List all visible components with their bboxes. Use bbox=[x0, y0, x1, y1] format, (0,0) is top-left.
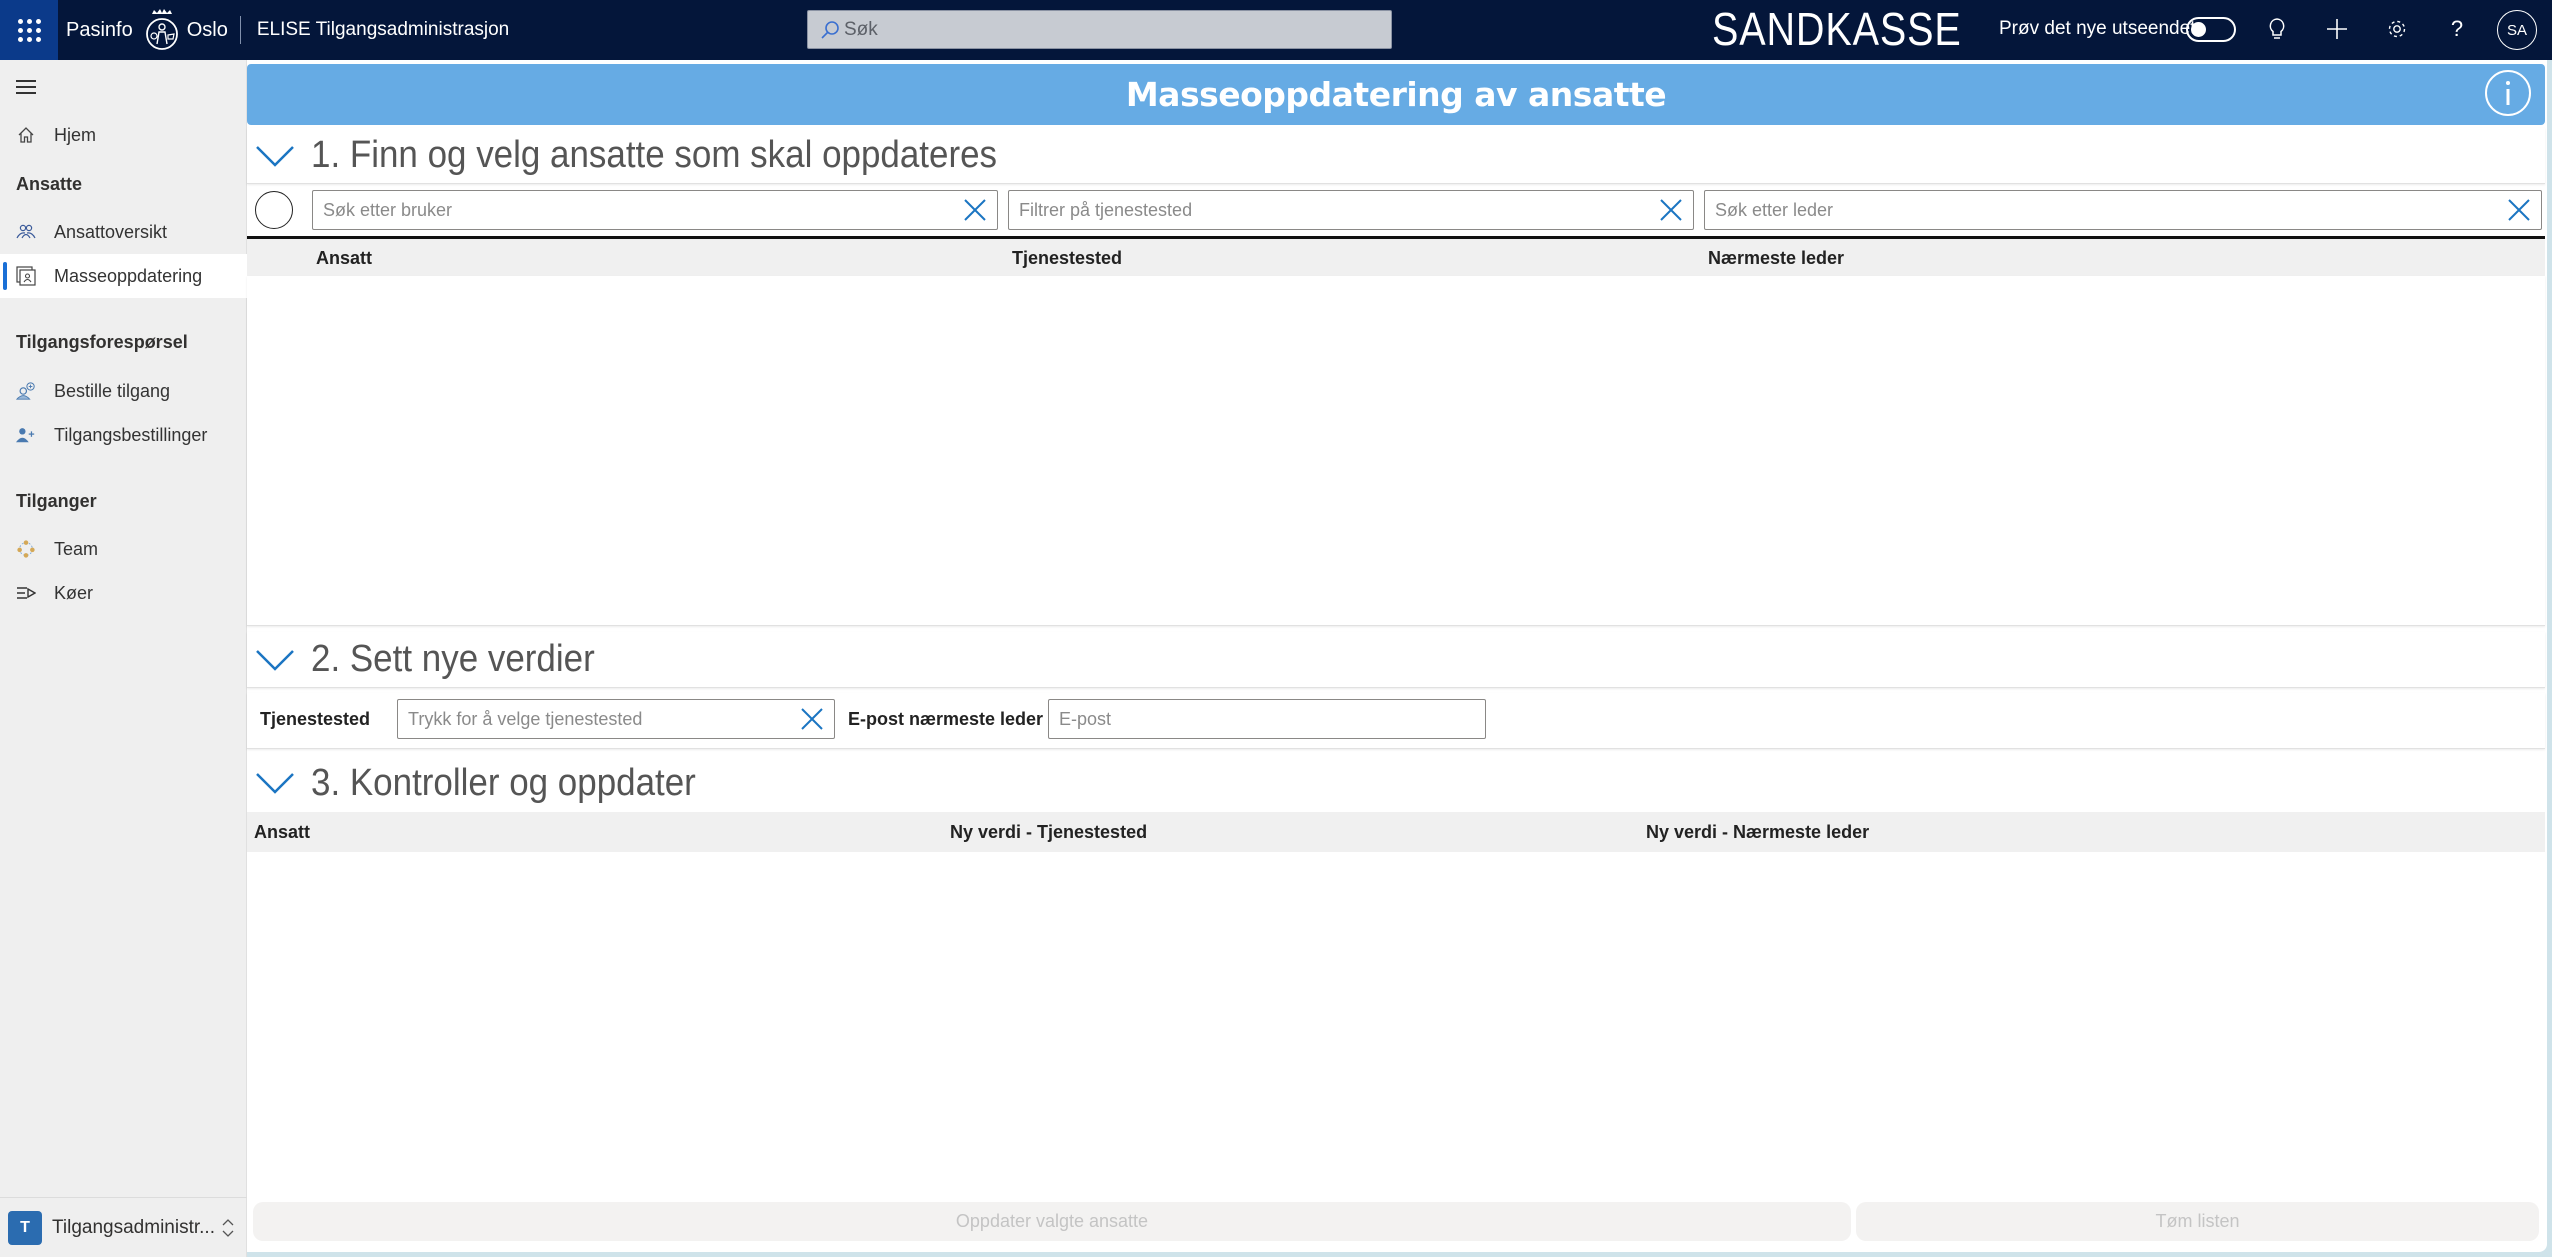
org-name: Pasinfo bbox=[66, 18, 133, 41]
manager-search-input[interactable]: Søk etter leder bbox=[1704, 190, 2542, 230]
chevron-down-icon bbox=[256, 773, 294, 794]
section-1-header[interactable]: 1. Finn og velg ansatte som skal oppdate… bbox=[247, 128, 2545, 184]
user-search-input[interactable]: Søk etter bruker bbox=[312, 190, 998, 230]
sidebar-item-tilgangsbestillinger[interactable]: Tilgangsbestillinger bbox=[0, 413, 247, 457]
sidebar-item-ansattoversikt[interactable]: Ansattoversikt bbox=[0, 210, 247, 254]
people-icon bbox=[16, 222, 36, 242]
manager-search-placeholder: Søk etter leder bbox=[1715, 199, 1834, 220]
team-icon bbox=[16, 539, 36, 559]
column-header-tjenestested[interactable]: Tjenestested bbox=[1012, 248, 1122, 269]
sidebar: Hjem Ansatte Ansattoversikt Masseoppdate… bbox=[0, 60, 247, 1257]
column-header-ny-verdi-tjenestested[interactable]: Ny verdi - Tjenestested bbox=[950, 822, 1147, 843]
search-icon bbox=[821, 20, 839, 39]
sidebar-item-masseoppdatering[interactable]: Masseoppdatering bbox=[0, 254, 247, 298]
sidebar-item-koer[interactable]: Køer bbox=[0, 571, 247, 615]
column-header-naermeste-leder[interactable]: Nærmeste leder bbox=[1708, 248, 1844, 269]
user-add-request-icon bbox=[16, 381, 36, 401]
try-new-look-label: Prøv det nye utseendet bbox=[1999, 18, 2196, 39]
top-bar: Pasinfo Oslo ELISE Tilgangsadministrasjo… bbox=[0, 0, 2552, 60]
manager-email-placeholder: E-post bbox=[1059, 708, 1112, 729]
section-3-title: 3. Kontroller og oppdater bbox=[311, 761, 696, 804]
clear-manager-search-icon[interactable] bbox=[2505, 196, 2533, 224]
sidebar-item-label: Masseoppdatering bbox=[54, 265, 203, 286]
oslo-crest-icon bbox=[145, 9, 178, 50]
sidebar-item-label: Bestille tilgang bbox=[54, 380, 171, 401]
plus-icon bbox=[2327, 19, 2347, 39]
new-values-row: Tjenestested Trykk for å velge tjenestes… bbox=[247, 693, 2545, 749]
chevron-up-down-icon bbox=[222, 1218, 234, 1237]
menu-toggle-button[interactable] bbox=[16, 80, 36, 96]
app-switcher-label: Tilgangsadministr... bbox=[52, 1216, 215, 1238]
manager-email-input[interactable]: E-post bbox=[1048, 699, 1486, 739]
sidebar-item-label: Ansattoversikt bbox=[54, 221, 168, 242]
section-2-title: 2. Sett nye verdier bbox=[311, 638, 595, 680]
sidebar-item-team[interactable]: Team bbox=[0, 527, 247, 571]
help-icon: ? bbox=[2450, 16, 2464, 41]
section-3-header[interactable]: 3. Kontroller og oppdater bbox=[247, 755, 2545, 811]
main-content: Masseoppdatering av ansatte 1. Finn og v… bbox=[247, 60, 2547, 1252]
app-launcher-button[interactable] bbox=[0, 0, 58, 60]
update-selected-button[interactable]: Oppdater valgte ansatte bbox=[253, 1202, 1851, 1241]
help-button[interactable]: ? bbox=[2442, 14, 2472, 44]
info-button[interactable] bbox=[2485, 70, 2531, 116]
search-placeholder: Søk bbox=[844, 18, 878, 40]
workplace-select-input[interactable]: Trykk for å velge tjenestested bbox=[397, 699, 835, 739]
user-plus-icon bbox=[16, 425, 36, 445]
home-icon bbox=[16, 125, 36, 145]
new-button[interactable] bbox=[2322, 14, 2352, 44]
contact-card-icon bbox=[16, 266, 36, 286]
review-table-header: Ansatt Ny verdi - Tjenestested Ny verdi … bbox=[247, 812, 2545, 852]
workplace-filter-input[interactable]: Filtrer på tjenestested bbox=[1008, 190, 1694, 230]
gear-icon bbox=[2388, 20, 2406, 38]
sidebar-group-tilganger: Tilganger bbox=[16, 491, 97, 511]
section-1-title: 1. Finn og velg ansatte som skal oppdate… bbox=[311, 134, 998, 176]
app-title: ELISE Tilgangsadministrasjon bbox=[256, 19, 510, 40]
clear-user-search-icon[interactable] bbox=[961, 196, 989, 224]
column-header-ny-verdi-naermeste-leder[interactable]: Ny verdi - Nærmeste leder bbox=[1646, 822, 1869, 843]
workplace-select-placeholder: Trykk for å velge tjenestested bbox=[408, 708, 643, 729]
manager-email-label: E-post nærmeste leder bbox=[848, 709, 1044, 729]
page-banner: Masseoppdatering av ansatte bbox=[247, 64, 2545, 125]
waffle-icon bbox=[17, 18, 41, 42]
workplace-filter-placeholder: Filtrer på tjenestested bbox=[1019, 199, 1193, 220]
column-header-ansatt[interactable]: Ansatt bbox=[254, 822, 310, 843]
select-all-checkbox[interactable] bbox=[255, 191, 293, 229]
sidebar-group-ansatte: Ansatte bbox=[16, 174, 83, 194]
toggle-knob bbox=[2191, 22, 2206, 37]
user-search-placeholder: Søk etter bruker bbox=[323, 199, 453, 220]
city-name: Oslo bbox=[186, 18, 228, 41]
sidebar-item-label: Team bbox=[54, 538, 99, 559]
employees-table-body bbox=[247, 276, 2545, 626]
chevron-down-icon bbox=[256, 649, 294, 671]
user-avatar[interactable]: SA bbox=[2497, 10, 2537, 50]
sidebar-item-label: Hjem bbox=[54, 124, 97, 145]
lightbulb-icon bbox=[2269, 18, 2285, 39]
environment-label: SANDKASSE bbox=[1712, 3, 1962, 55]
sidebar-item-label: Tilgangsbestillinger bbox=[54, 424, 208, 445]
chevron-down-icon bbox=[256, 145, 294, 167]
settings-button[interactable] bbox=[2382, 14, 2412, 44]
page-title: Masseoppdatering av ansatte bbox=[1125, 75, 1667, 114]
try-new-look-toggle[interactable] bbox=[2186, 17, 2236, 42]
clear-workplace-filter-icon[interactable] bbox=[1657, 196, 1685, 224]
sidebar-item-bestille-tilgang[interactable]: Bestille tilgang bbox=[0, 369, 247, 413]
app-badge: T bbox=[8, 1210, 42, 1245]
sidebar-item-label: Køer bbox=[54, 582, 94, 603]
employees-table-header: Ansatt Tjenestested Nærmeste leder bbox=[247, 239, 2545, 277]
brand[interactable]: Pasinfo Oslo ELISE Tilgangsadministrasjo… bbox=[66, 8, 509, 52]
column-header-ansatt[interactable]: Ansatt bbox=[316, 248, 372, 269]
section-2-header[interactable]: 2. Sett nye verdier bbox=[247, 632, 2545, 688]
lightbulb-button[interactable] bbox=[2262, 14, 2292, 44]
app-switcher[interactable]: T Tilgangsadministr... bbox=[0, 1197, 247, 1257]
info-icon bbox=[2506, 81, 2510, 105]
queue-icon bbox=[16, 583, 36, 603]
divider bbox=[239, 16, 241, 44]
clear-list-button[interactable]: Tøm listen bbox=[1856, 1202, 2539, 1241]
workplace-label: Tjenestested bbox=[260, 709, 371, 729]
sidebar-group-tilgangsforesporsel: Tilgangsforespørsel bbox=[16, 332, 188, 352]
clear-workplace-icon[interactable] bbox=[798, 705, 826, 733]
global-search-input[interactable]: Søk bbox=[807, 10, 1392, 49]
sidebar-item-hjem[interactable]: Hjem bbox=[0, 113, 247, 157]
